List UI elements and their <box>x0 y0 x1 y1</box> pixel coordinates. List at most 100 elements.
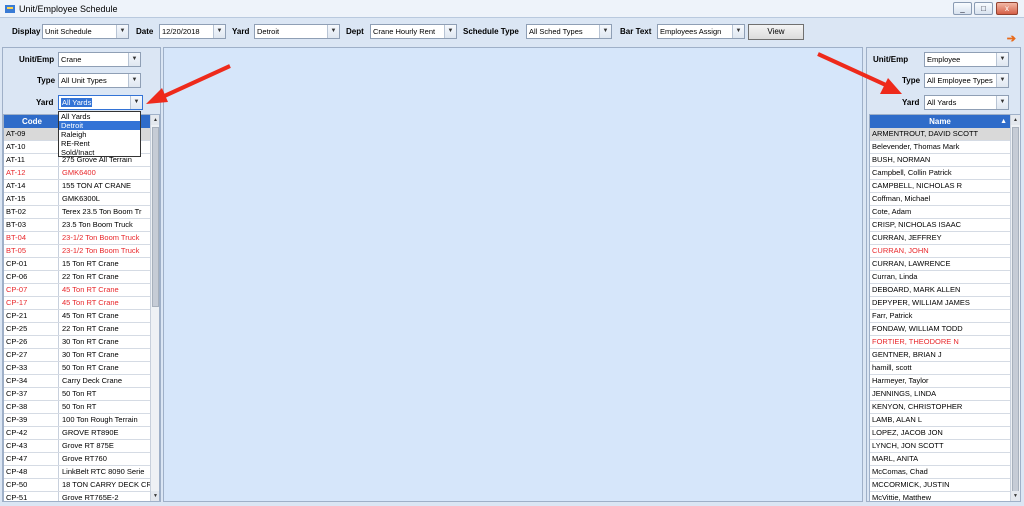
table-row[interactable]: MCCORMICK, JUSTIN <box>870 479 1010 492</box>
table-row[interactable]: DEPYPER, WILLIAM JAMES <box>870 297 1010 310</box>
scroll-thumb[interactable] <box>1012 127 1019 492</box>
table-row[interactable]: CP-42 GROVE RT890E <box>4 427 150 440</box>
table-row[interactable]: LYNCH, JON SCOTT <box>870 440 1010 453</box>
table-row[interactable]: CP-06 22 Ton RT Crane <box>4 271 150 284</box>
table-row[interactable]: ARMENTROUT, DAVID SCOTT <box>870 128 1010 141</box>
table-row[interactable]: MARL, ANITA <box>870 453 1010 466</box>
table-row[interactable]: CURRAN, LAWRENCE <box>870 258 1010 271</box>
view-button[interactable]: View <box>748 24 804 40</box>
table-row[interactable]: CURRAN, JOHN <box>870 245 1010 258</box>
table-row[interactable]: Harmeyer, Taylor <box>870 375 1010 388</box>
table-row[interactable]: CP-17 45 Ton RT Crane <box>4 297 150 310</box>
chevron-down-icon[interactable]: ▼ <box>444 25 456 38</box>
chevron-down-icon[interactable]: ▼ <box>996 53 1008 66</box>
table-row[interactable]: CP-27 30 Ton RT Crane <box>4 349 150 362</box>
table-row[interactable]: CP-51 Grove RT765E-2 <box>4 492 150 501</box>
code-column-header[interactable]: Code <box>4 115 60 128</box>
right-scrollbar[interactable]: ▲ ▼ <box>1010 115 1020 501</box>
scroll-up-icon[interactable]: ▲ <box>1011 115 1020 125</box>
scroll-up-icon[interactable]: ▲ <box>151 115 159 125</box>
scroll-thumb[interactable] <box>152 127 159 307</box>
right-unitemp-select[interactable]: Employee ▼ <box>924 52 1009 67</box>
left-type-select[interactable]: All Unit Types ▼ <box>58 73 141 88</box>
table-row[interactable]: GENTNER, BRIAN J <box>870 349 1010 362</box>
minimize-icon[interactable]: _ <box>953 2 972 15</box>
sort-up-icon[interactable]: ▲ <box>1000 115 1007 128</box>
chevron-down-icon[interactable]: ▼ <box>327 25 339 38</box>
yard-option-detroit[interactable]: Detroit <box>59 121 140 130</box>
table-row[interactable]: CP-33 50 Ton RT Crane <box>4 362 150 375</box>
yard-option-raleigh[interactable]: Raleigh <box>59 130 140 139</box>
table-row[interactable]: LOPEZ, JACOB JON <box>870 427 1010 440</box>
arrow-right-icon[interactable]: ➔ <box>1007 32 1016 45</box>
table-row[interactable]: Cote, Adam <box>870 206 1010 219</box>
table-row[interactable]: CP-34 Carry Deck Crane <box>4 375 150 388</box>
table-row[interactable]: McVittie, Matthew <box>870 492 1010 501</box>
table-row[interactable]: CP-25 22 Ton RT Crane <box>4 323 150 336</box>
right-type-select[interactable]: All Employee Types ▼ <box>924 73 1009 88</box>
left-yard-select[interactable]: All Yards ▼ <box>58 95 143 110</box>
table-row[interactable]: CURRAN, JEFFREY <box>870 232 1010 245</box>
left-scrollbar[interactable]: ▲ ▼ <box>150 115 159 501</box>
maximize-icon[interactable]: □ <box>974 2 993 15</box>
table-row[interactable]: Farr, Patrick <box>870 310 1010 323</box>
table-row[interactable]: CRISP, NICHOLAS ISAAC <box>870 219 1010 232</box>
table-row[interactable]: BT-04 23-1/2 Ton Boom Truck <box>4 232 150 245</box>
schedule-type-select[interactable]: All Sched Types ▼ <box>526 24 612 39</box>
left-unitemp-select[interactable]: Crane ▼ <box>58 52 141 67</box>
scroll-down-icon[interactable]: ▼ <box>151 491 159 501</box>
yard-option-sold[interactable]: Sold/Inact <box>59 148 140 157</box>
table-row[interactable]: CP-26 30 Ton RT Crane <box>4 336 150 349</box>
table-row[interactable]: CP-38 50 Ton RT <box>4 401 150 414</box>
table-row[interactable]: Campbell, Collin Patrick <box>870 167 1010 180</box>
table-row[interactable]: DEBOARD, MARK ALLEN <box>870 284 1010 297</box>
table-row[interactable]: AT-12 GMK6400 <box>4 167 150 180</box>
scroll-down-icon[interactable]: ▼ <box>1011 491 1020 501</box>
table-row[interactable]: KENYON, CHRISTOPHER <box>870 401 1010 414</box>
table-row[interactable]: Curran, Linda <box>870 271 1010 284</box>
table-row[interactable]: CP-47 Grove RT760 <box>4 453 150 466</box>
table-row[interactable]: McComas, Chad <box>870 466 1010 479</box>
table-row[interactable]: Belevender, Thomas Mark <box>870 141 1010 154</box>
table-row[interactable]: JENNINGS, LINDA <box>870 388 1010 401</box>
name-column-header[interactable]: Name ▲ <box>870 115 1010 128</box>
table-row[interactable]: FONDAW, WILLIAM TODD <box>870 323 1010 336</box>
chevron-down-icon[interactable]: ▼ <box>116 25 128 38</box>
table-row[interactable]: CP-43 Grove RT 875E <box>4 440 150 453</box>
close-icon[interactable]: x <box>996 2 1018 15</box>
dept-select[interactable]: Crane Hourly Rent ▼ <box>370 24 457 39</box>
table-row[interactable]: Coffman, Michael <box>870 193 1010 206</box>
table-row[interactable]: CP-21 45 Ton RT Crane <box>4 310 150 323</box>
table-row[interactable]: AT-15 GMK6300L <box>4 193 150 206</box>
table-row[interactable]: hamill, scott <box>870 362 1010 375</box>
chevron-down-icon[interactable]: ▼ <box>599 25 611 38</box>
chevron-down-icon[interactable]: ▼ <box>128 53 140 66</box>
yard-option-all[interactable]: All Yards <box>59 112 140 121</box>
table-row[interactable]: BT-02 Terex 23.5 Ton Boom Tr <box>4 206 150 219</box>
chevron-down-icon[interactable]: ▼ <box>996 96 1008 109</box>
table-row[interactable]: CP-39 100 Ton Rough Terrain <box>4 414 150 427</box>
date-picker[interactable]: 12/20/2018 ▼ <box>159 24 226 39</box>
table-row[interactable]: AT-14 155 TON AT CRANE <box>4 180 150 193</box>
chevron-down-icon[interactable]: ▼ <box>213 25 225 38</box>
table-row[interactable]: BT-03 23.5 Ton Boom Truck <box>4 219 150 232</box>
table-row[interactable]: CP-50 18 TON CARRY DECK CR <box>4 479 150 492</box>
bar-text-select[interactable]: Employees Assign ▼ <box>657 24 745 39</box>
chevron-down-icon[interactable]: ▼ <box>128 74 140 87</box>
table-row[interactable]: LAMB, ALAN L <box>870 414 1010 427</box>
yard-option-rerent[interactable]: RE-Rent <box>59 139 140 148</box>
table-row[interactable]: BUSH, NORMAN <box>870 154 1010 167</box>
table-row[interactable]: FORTIER, THEODORE N <box>870 336 1010 349</box>
chevron-down-icon[interactable]: ▼ <box>732 25 744 38</box>
table-row[interactable]: CAMPBELL, NICHOLAS R <box>870 180 1010 193</box>
schedule-area[interactable] <box>163 47 863 502</box>
right-yard-select[interactable]: All Yards ▼ <box>924 95 1009 110</box>
table-row[interactable]: CP-07 45 Ton RT Crane <box>4 284 150 297</box>
table-row[interactable]: CP-01 15 Ton RT Crane <box>4 258 150 271</box>
display-select[interactable]: Unit Schedule ▼ <box>42 24 129 39</box>
chevron-down-icon[interactable]: ▼ <box>996 74 1008 87</box>
yard-select[interactable]: Detroit ▼ <box>254 24 340 39</box>
table-row[interactable]: BT-05 23-1/2 Ton Boom Truck <box>4 245 150 258</box>
table-row[interactable]: CP-37 50 Ton RT <box>4 388 150 401</box>
table-row[interactable]: CP-48 LinkBelt RTC 8090 Serie <box>4 466 150 479</box>
